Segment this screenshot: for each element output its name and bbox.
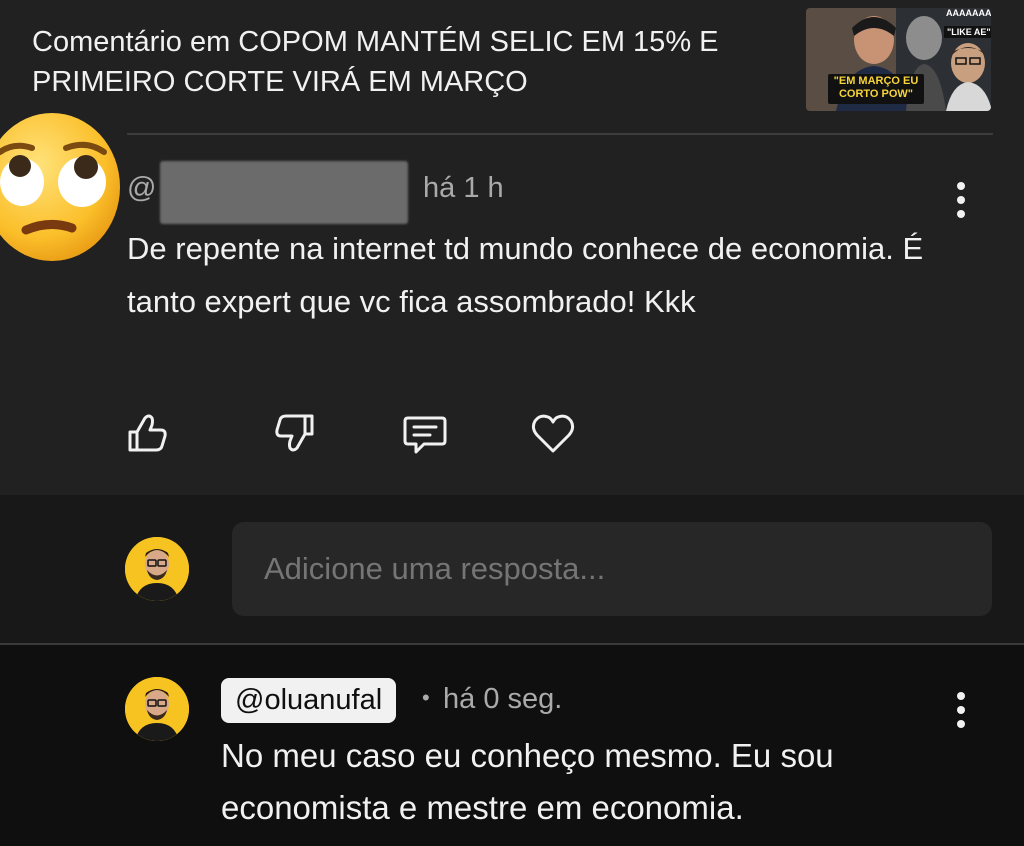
like-button[interactable] xyxy=(125,410,171,456)
reply-button[interactable] xyxy=(402,410,448,456)
user-avatar-icon xyxy=(125,537,189,601)
divider xyxy=(127,133,993,135)
comment-timestamp: há 1 h xyxy=(423,172,504,204)
eye-roll-emoji-icon xyxy=(0,112,127,267)
user-avatar-icon xyxy=(125,677,189,741)
comment-author-handle[interactable]: @ xyxy=(127,172,156,205)
thumbnail-tag: "LIKE AE" xyxy=(944,26,991,38)
separator-dot: • xyxy=(422,685,430,710)
redacted-handle xyxy=(160,161,408,224)
comment-more-options-icon[interactable] xyxy=(949,180,973,220)
reply-author-avatar[interactable] xyxy=(125,677,189,741)
thumbnail-scream: AAAAAAAA xyxy=(946,8,991,18)
comment-icon xyxy=(403,416,447,454)
reply-input[interactable] xyxy=(232,522,992,616)
thumbnail-caption: "EM MARÇO EU CORTO POW" xyxy=(833,75,919,100)
comment-text: De repente na internet td mundo conhece … xyxy=(127,231,924,319)
thumbs-up-icon xyxy=(128,414,167,452)
reply-author-handle[interactable]: @oluanufal xyxy=(221,678,397,723)
thumbs-down-icon xyxy=(275,414,314,452)
heart-button[interactable] xyxy=(530,410,576,456)
reply-more-options-icon[interactable] xyxy=(949,690,973,730)
page-title: Comentário em COPOM MANTÉM SELIC EM 15% … xyxy=(32,26,719,98)
video-thumbnail[interactable]: AAAAAAAA "LIKE AE" "EM MARÇO EU CORTO PO… xyxy=(806,8,991,111)
divider xyxy=(0,643,1024,645)
current-user-avatar xyxy=(125,537,189,601)
heart-icon xyxy=(531,414,575,453)
reply-text: No meu caso eu conheço mesmo. Eu sou eco… xyxy=(221,737,834,826)
dislike-button[interactable] xyxy=(272,410,318,456)
reply-timestamp: há 0 seg. xyxy=(443,683,563,715)
